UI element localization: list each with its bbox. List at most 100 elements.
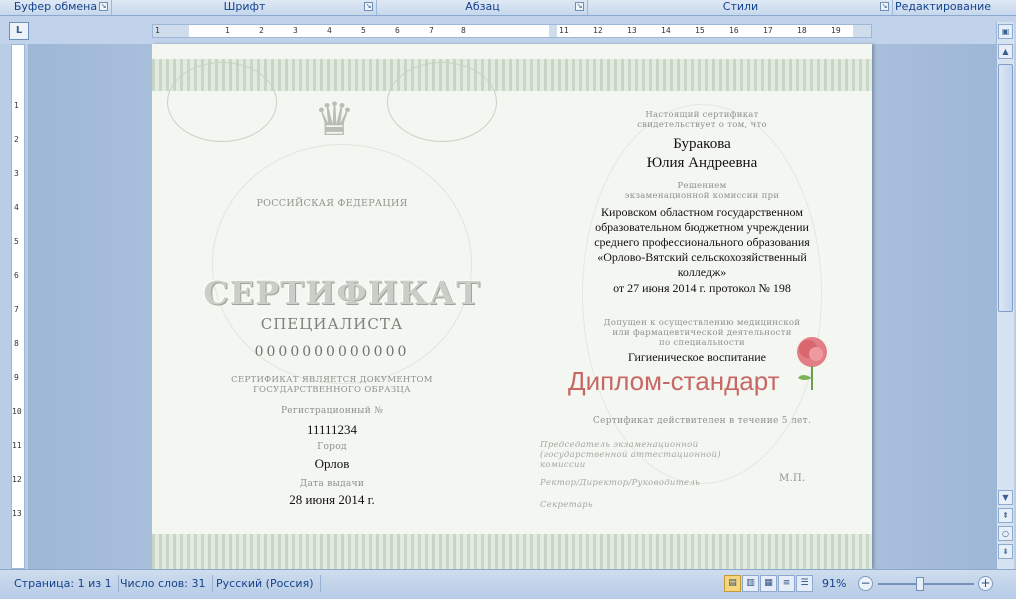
ruler-tick: 12	[593, 26, 603, 35]
vertical-ruler[interactable]: 1 2 3 4 5 6 7 8 9 10 11 12 13	[11, 44, 25, 569]
zoom-slider-thumb[interactable]	[916, 577, 924, 591]
web-layout-view-icon[interactable]: ▦	[760, 575, 777, 592]
stamp-placeholder: М.П.	[779, 473, 806, 484]
holder-surname: Буракова	[673, 136, 731, 152]
print-layout-view-icon[interactable]: ▤	[724, 575, 741, 592]
ruler-tick: 6	[395, 26, 400, 35]
issue-date-label: Дата выдачи	[299, 479, 365, 489]
ribbon-group-label: Стили	[722, 0, 759, 13]
certificate-number: 0000000000000	[254, 344, 410, 360]
zoom-slider-track[interactable]	[878, 583, 974, 585]
ruler-tick: 17	[763, 26, 773, 35]
ruler-tick: 1	[225, 26, 230, 35]
ornament-loop	[387, 62, 497, 142]
dialog-launcher-icon[interactable]: ↘	[99, 2, 108, 11]
specialty-value: Гигиеническое воспитание	[627, 350, 767, 364]
ribbon-group-label: Абзац	[465, 0, 500, 13]
protocol-line: от 27 июня 2014 г. протокол № 198	[613, 281, 791, 295]
draft-view-icon[interactable]: ☰	[796, 575, 813, 592]
coat-of-arms-icon: ♛	[313, 92, 356, 146]
ruler-tick: 18	[797, 26, 807, 35]
rector-signature-line: Ректор/Директор/Руководитель	[540, 478, 701, 488]
certificate-title: СЕРТИФИКАТ	[203, 274, 481, 312]
ruler-tick: 15	[695, 26, 705, 35]
holder-given-names: Юлия Андреевна	[646, 155, 758, 171]
vertical-scrollbar[interactable]: ▣ ▲ ▼ ⇞ ○ ⇟	[996, 22, 1014, 569]
admission-line: или фармацевтической деятельности	[612, 328, 792, 338]
ruler-tick: 16	[729, 26, 739, 35]
dialog-launcher-icon[interactable]: ↘	[575, 2, 584, 11]
document-page[interactable]: ♛ РОССИЙСКАЯ ФЕДЕРАЦИЯ СЕРТИФИКАТ СПЕЦИА…	[152, 44, 872, 569]
scroll-down-icon[interactable]: ▼	[998, 490, 1013, 505]
ruler-tick: 2	[14, 135, 19, 144]
ruler-toggle-icon[interactable]: ▣	[998, 24, 1013, 39]
ruler-tick: 19	[831, 26, 841, 35]
chair-signature-line: Председатель экзаменационной	[540, 440, 699, 450]
ruler-tick: 11	[559, 26, 569, 35]
ruler-tick: 13	[627, 26, 637, 35]
scroll-up-icon[interactable]: ▲	[998, 44, 1013, 59]
ribbon-group-label: Буфер обмена	[13, 0, 98, 13]
ruler-tick: 13	[12, 509, 22, 518]
next-page-icon[interactable]: ⇟	[998, 544, 1013, 559]
ribbon-group-paragraph[interactable]: Абзац ↘	[378, 0, 588, 15]
ruler-tick: 5	[14, 237, 19, 246]
secretary-signature-line: Секретарь	[540, 500, 593, 510]
ruler-tick: 1	[155, 26, 160, 35]
document-note-line: ГОСУДАРСТВЕННОГО ОБРАЗЦА	[253, 385, 411, 395]
page-count-status[interactable]: Страница: 1 из 1	[8, 575, 119, 592]
city-label: Город	[317, 442, 347, 452]
scrollbar-thumb[interactable]	[998, 64, 1013, 312]
tab-selector-button[interactable]: L	[9, 22, 29, 40]
dialog-launcher-icon[interactable]: ↘	[364, 2, 373, 11]
attestation-line: свидетельствует о том, что	[637, 120, 767, 130]
ribbon-group-editing[interactable]: Редактирование	[894, 0, 992, 15]
organization-line: колледж»	[677, 265, 727, 279]
ruler-tick: 14	[661, 26, 671, 35]
ruler-tick: 10	[12, 407, 22, 416]
document-note-line: СЕРТИФИКАТ ЯВЛЯЕТСЯ ДОКУМЕНТОМ	[231, 375, 433, 385]
ruler-tick: 4	[327, 26, 332, 35]
outline-view-icon[interactable]: ≡	[778, 575, 795, 592]
word-count-status[interactable]: Число слов: 31	[114, 575, 213, 592]
bottom-ornament-band	[152, 534, 872, 569]
ribbon-group-styles[interactable]: Стили ↘	[589, 0, 893, 15]
zoom-out-button[interactable]: −	[858, 576, 873, 591]
browse-object-icon[interactable]: ○	[998, 526, 1013, 541]
admission-line: по специальности	[659, 338, 745, 348]
city-value: Орлов	[314, 456, 350, 471]
language-status[interactable]: Русский (Россия)	[210, 575, 321, 592]
previous-page-icon[interactable]: ⇞	[998, 508, 1013, 523]
ribbon-group-clipboard[interactable]: Буфер обмена ↘	[0, 0, 112, 15]
zoom-level[interactable]: 91%	[816, 575, 852, 592]
horizontal-ruler[interactable]: 1 1 2 3 4 5 6 7 8 11 12 13 14 15 16 17 1…	[152, 24, 872, 38]
organization-line: Кировском областном государственном	[601, 205, 803, 219]
rose-icon	[788, 334, 836, 392]
ruler-tick: 2	[259, 26, 264, 35]
decision-line: экзаменационной комиссии при	[624, 191, 780, 201]
status-bar: Страница: 1 из 1 Число слов: 31 Русский …	[0, 569, 1016, 599]
organization-line: среднего профессионального образования	[594, 235, 810, 249]
organization-line: образовательном бюджетном учреждении	[595, 220, 809, 234]
ruler-tick: 12	[12, 475, 22, 484]
watermark-text: Диплом-стандарт	[568, 366, 780, 396]
ruler-tick: 8	[461, 26, 466, 35]
registration-label: Регистрационный №	[280, 406, 384, 416]
validity-note: Сертификат действителен в течение 5 лет.	[592, 416, 812, 426]
ruler-tick: 9	[14, 373, 19, 382]
ruler-tick: 1	[14, 101, 19, 110]
registration-number: 11111234	[306, 422, 358, 437]
ruler-tick: 11	[12, 441, 22, 450]
ribbon-group-label: Шрифт	[223, 0, 266, 13]
ruler-tick: 7	[429, 26, 434, 35]
ornament-loop	[167, 62, 277, 142]
dialog-launcher-icon[interactable]: ↘	[880, 2, 889, 11]
ribbon-group-font[interactable]: Шрифт ↘	[113, 0, 377, 15]
zoom-in-button[interactable]: +	[978, 576, 993, 591]
issue-date-value: 28 июня 2014 г.	[289, 492, 375, 507]
ribbon-bar: Буфер обмена ↘ Шрифт ↘ Абзац ↘ Стили ↘ Редак…	[0, 0, 1016, 16]
organization-line: «Орлово-Вятский сельскохозяйственный	[597, 250, 807, 264]
ruler-tick: 3	[293, 26, 298, 35]
full-screen-reading-view-icon[interactable]: ▥	[742, 575, 759, 592]
country-label: РОССИЙСКАЯ ФЕДЕРАЦИЯ	[256, 198, 408, 209]
